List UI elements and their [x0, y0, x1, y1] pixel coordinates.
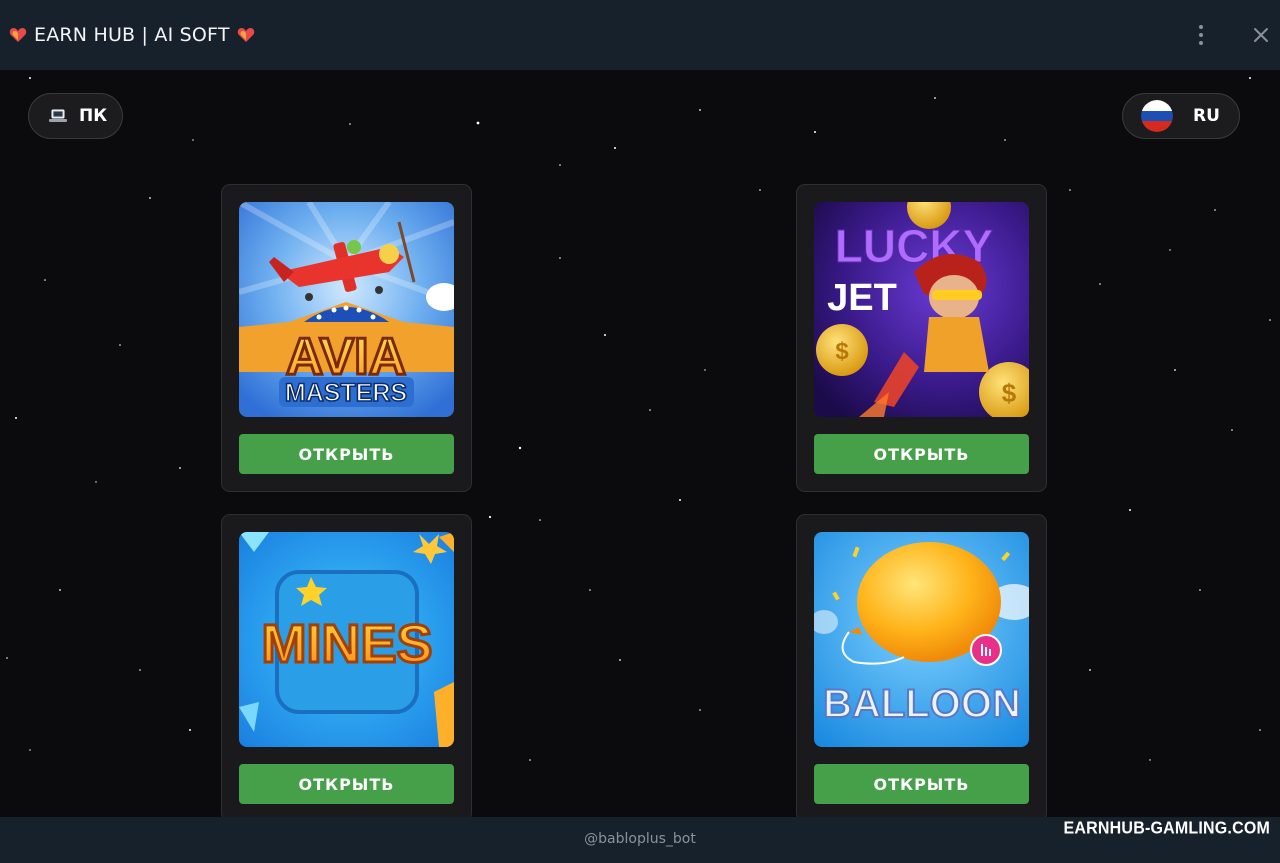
jet-title-text: JET [827, 277, 897, 319]
balloon-title-text: BALLOON [823, 682, 1021, 726]
game-card-avia-masters: AVIA MASTERS ОТКРЫТЬ [221, 184, 472, 492]
close-icon[interactable] [1248, 22, 1274, 48]
device-label: ПК [79, 106, 108, 126]
svg-text:$: $ [835, 338, 849, 365]
laptop-icon [49, 109, 67, 122]
open-button-mines[interactable]: ОТКРЫТЬ [239, 764, 454, 804]
footer-bar: @babloplus_bot EARNHUB-GAMLING.COM [0, 817, 1280, 863]
masters-title-text: MASTERS [285, 379, 407, 407]
balloon-image[interactable]: BALLOON [814, 532, 1029, 747]
open-button-balloon[interactable]: ОТКРЫТЬ [814, 764, 1029, 804]
game-menu-content: ПК RU AVIA MASTERS ОТКРЫТЬ $ $ LUCKY JET… [0, 70, 1280, 817]
title-text: EARN HUB | AI SOFT [34, 24, 230, 46]
russia-flag-icon [1141, 100, 1173, 132]
open-button-avia-masters[interactable]: ОТКРЫТЬ [239, 434, 454, 474]
game-card-mines: MINES ОТКРЫТЬ [221, 514, 472, 817]
mines-image[interactable]: MINES [239, 532, 454, 747]
title-bar: EARN HUB | AI SOFT [0, 0, 1280, 70]
game-card-lucky-jet: $ $ LUCKY JET ОТКРЫТЬ [796, 184, 1047, 492]
game-card-balloon: BALLOON ОТКРЫТЬ [796, 514, 1047, 817]
device-toggle-button[interactable]: ПК [28, 93, 123, 139]
window-title: EARN HUB | AI SOFT [8, 22, 256, 48]
starfield-background [6, 77, 1271, 761]
kebab-menu-icon[interactable] [1190, 22, 1212, 48]
avia-masters-image[interactable]: AVIA MASTERS [239, 202, 454, 417]
heart-icon [9, 28, 27, 42]
mines-title-text: MINES [261, 614, 432, 674]
lucky-jet-image[interactable]: $ $ LUCKY JET [814, 202, 1029, 417]
heart-icon [237, 28, 254, 42]
watermark-text: EARNHUB-GAMLING.COM [1063, 819, 1270, 838]
open-button-lucky-jet[interactable]: ОТКРЫТЬ [814, 434, 1029, 474]
language-label: RU [1193, 106, 1220, 126]
language-selector[interactable]: RU [1122, 93, 1240, 139]
svg-text:$: $ [1002, 378, 1017, 408]
